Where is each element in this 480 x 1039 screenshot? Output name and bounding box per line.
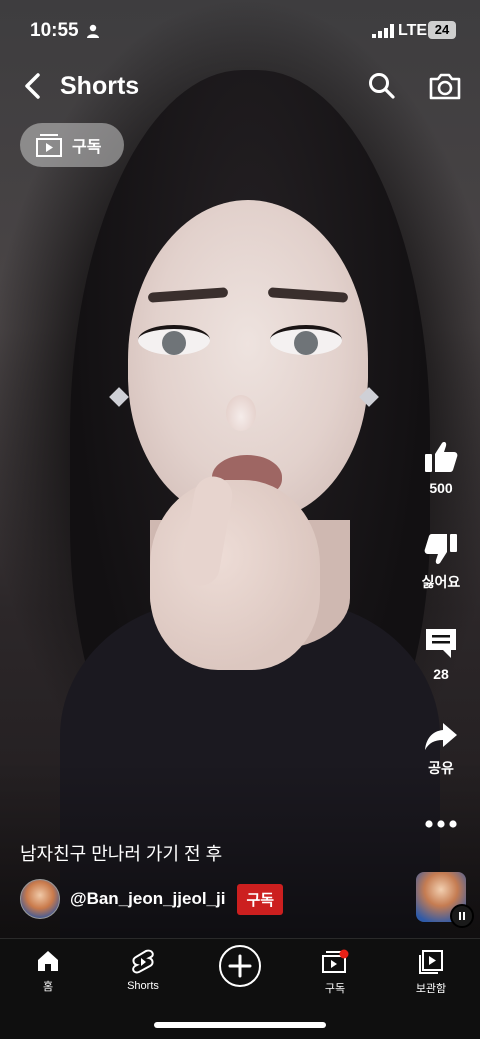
channel-handle[interactable]: @Ban_jeon_jjeol_ji: [70, 889, 225, 909]
status-time: 10:55: [30, 20, 79, 41]
nav-subscriptions[interactable]: 구독: [290, 949, 380, 996]
network-type: LTE: [398, 22, 428, 39]
nav-subscriptions-label: 구독: [324, 983, 346, 995]
more-options-button[interactable]: [408, 816, 474, 832]
nav-home-label: 홈: [42, 981, 54, 993]
subscribe-button[interactable]: 구독: [237, 883, 284, 915]
battery-indicator: 24: [428, 21, 456, 39]
video-caption[interactable]: 남자친구 만나러 가기 전 후: [20, 840, 222, 866]
video-eye-left: [138, 325, 210, 355]
page-title: Shorts: [60, 72, 140, 100]
share-button[interactable]: 공유: [408, 720, 474, 778]
chevron-left-icon: [25, 73, 40, 99]
subscriptions-chip-label: 구독: [72, 139, 102, 156]
subscriptions-chip[interactable]: 구독: [20, 123, 124, 167]
share-label: 공유: [428, 760, 454, 776]
subscriptions-icon: [36, 134, 62, 157]
create-button[interactable]: [219, 945, 261, 987]
shorts-icon: [132, 949, 154, 974]
thumbs-down-icon: [424, 534, 457, 564]
plus-icon: [228, 954, 252, 978]
nav-shorts[interactable]: Shorts: [98, 949, 188, 992]
dislike-button[interactable]: 싫어요: [408, 532, 474, 592]
notification-dot: [339, 949, 349, 959]
nav-shorts-label: Shorts: [127, 980, 159, 992]
video-nose: [226, 395, 256, 431]
nav-home[interactable]: 홈: [3, 949, 93, 994]
nav-library[interactable]: 보관함: [386, 949, 476, 996]
share-icon: [425, 723, 457, 750]
video-hand: [150, 480, 320, 670]
person-icon: [86, 24, 100, 43]
comments-button[interactable]: 28: [408, 626, 474, 682]
camera-button[interactable]: [428, 70, 462, 102]
search-button[interactable]: [366, 70, 398, 102]
channel-avatar[interactable]: [20, 879, 60, 919]
top-bar: Shorts: [0, 62, 480, 110]
music-icon: [450, 904, 474, 928]
library-icon: [419, 950, 443, 974]
like-button[interactable]: 500: [408, 440, 474, 496]
comment-icon: [426, 629, 456, 658]
thumbs-up-icon: [425, 442, 458, 472]
signal-icon: [372, 24, 394, 43]
subscriptions-icon: [322, 949, 349, 973]
video-eye-right: [270, 325, 342, 355]
comment-count: 28: [433, 666, 449, 682]
home-icon: [38, 951, 58, 971]
channel-row: @Ban_jeon_jjeol_ji 구독: [20, 878, 284, 920]
nav-library-label: 보관함: [415, 983, 447, 995]
search-icon: [369, 73, 395, 99]
home-indicator[interactable]: [154, 1022, 326, 1028]
like-count: 500: [429, 480, 453, 496]
camera-icon: [429, 73, 461, 100]
back-button[interactable]: [14, 68, 50, 104]
status-bar: 10:55 LTE 24: [0, 0, 480, 60]
more-horizontal-icon: [425, 820, 457, 828]
dislike-label: 싫어요: [421, 574, 461, 590]
